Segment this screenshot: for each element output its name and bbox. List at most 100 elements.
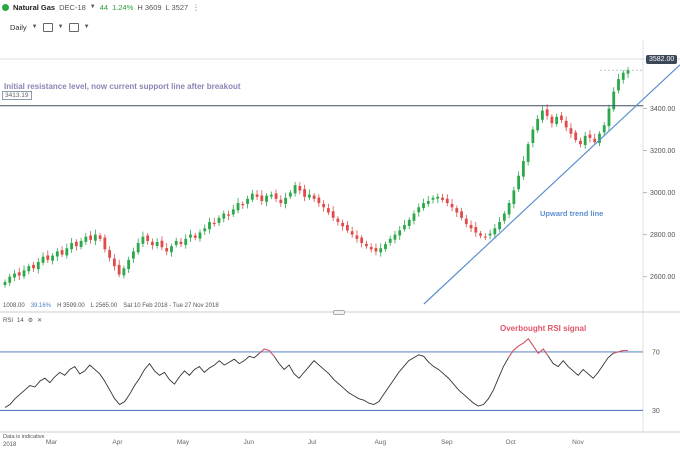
candle-body [93,234,97,241]
panel-resize-handle[interactable] [333,310,345,315]
candle-body [326,208,330,213]
candle-body [312,195,316,199]
candle-body [65,248,69,256]
candle-body [46,255,50,260]
candle-body [507,203,511,215]
year-label: 2018 [3,442,17,448]
rsi-label: RSI [3,317,14,324]
candle-body [79,240,83,248]
candle-body [555,116,559,125]
candle-body [189,234,192,238]
candle-body [526,144,530,162]
candle-body [117,264,121,275]
candle-body [626,70,630,74]
candle-body [288,192,292,197]
candle-body [165,248,169,252]
candle-body [517,175,521,190]
candle-body [331,211,335,218]
rsi-settings-icon[interactable]: ⚙ [28,317,33,324]
candle-body [155,241,159,246]
candle-body [560,115,563,121]
candle-body [89,235,93,240]
info-volume: 1008.00 [3,303,25,309]
candle-body [74,241,78,247]
candle-body [112,258,116,267]
candle-body [479,233,482,236]
candle-body [474,227,478,233]
candle-body [388,238,392,243]
candle-body [564,120,568,128]
candle-body [350,231,354,235]
candle-body [393,234,397,240]
candle-body [22,270,26,277]
candle-body [365,243,368,247]
candle-body [512,190,516,204]
candle-body [141,236,145,244]
x-tick-label: Mar [46,439,58,446]
price-chart[interactable]: 2600.00 2800.00 3000.00 3200.00 3400.00 Mar Ap… [0,0,680,451]
price-tick-label: 3200.00 [650,148,675,155]
candle-body [136,243,140,253]
candle-body [455,208,459,213]
candle-body [607,108,611,127]
candle-body [203,228,207,232]
candle-body [469,224,473,229]
candle-body [132,251,135,259]
info-range: Sat 10 Feb 2018 - Tue 27 Nov 2018 [123,303,219,309]
candle-body [540,110,544,120]
candle-body [41,256,45,263]
candle-body [174,240,178,245]
candle-body [303,189,307,197]
candle-body [422,203,425,209]
candle-body [269,194,273,197]
candle-body [265,195,268,202]
candle-body [460,211,463,218]
candle-body [441,197,444,200]
resistance-annotation: Initial resistance level, now current su… [4,82,241,91]
candle-body [36,261,40,270]
candle-body [617,79,620,91]
candle-body [574,132,578,140]
candle-body [398,230,402,236]
candle-body [208,222,211,230]
rsi-overbought-segment [507,338,539,359]
candle-body [483,236,487,238]
candle-body [250,193,254,200]
candle-body [317,197,321,204]
candle-body [231,209,235,215]
candle-body [55,251,59,257]
candle-body [384,244,387,250]
candle-body [222,213,226,219]
candle-body [13,273,16,278]
candle-body [450,203,454,208]
candle-body [583,135,587,146]
candle-body [255,194,259,197]
candle-body [464,218,468,225]
candle-body [341,222,345,227]
candle-body [198,232,202,239]
candle-body [274,193,278,199]
candle-body [521,161,525,177]
price-tick-label: 3000.00 [650,190,675,197]
candle-body [488,233,492,236]
x-tick-label: Aug [375,439,387,446]
candle-body [103,237,107,250]
candle-body [355,235,359,239]
candle-body [217,217,221,223]
candle-body [84,236,88,242]
candle-body [493,228,497,235]
candle-body [170,246,173,253]
rsi-close-icon[interactable]: ✕ [37,317,42,324]
x-tick-label: Jun [243,439,254,446]
candle-body [369,247,373,250]
candle-body [17,272,21,276]
candle-body [60,250,64,255]
trendline-annotation: Upward trend line [540,209,604,218]
candle-body [284,197,287,204]
overbought-annotation: Overbought RSI signal [500,324,587,333]
candle-body [27,266,31,272]
candle-body [545,109,549,116]
candle-body [621,72,625,80]
candle-body [322,203,326,208]
candle-body [360,237,364,244]
